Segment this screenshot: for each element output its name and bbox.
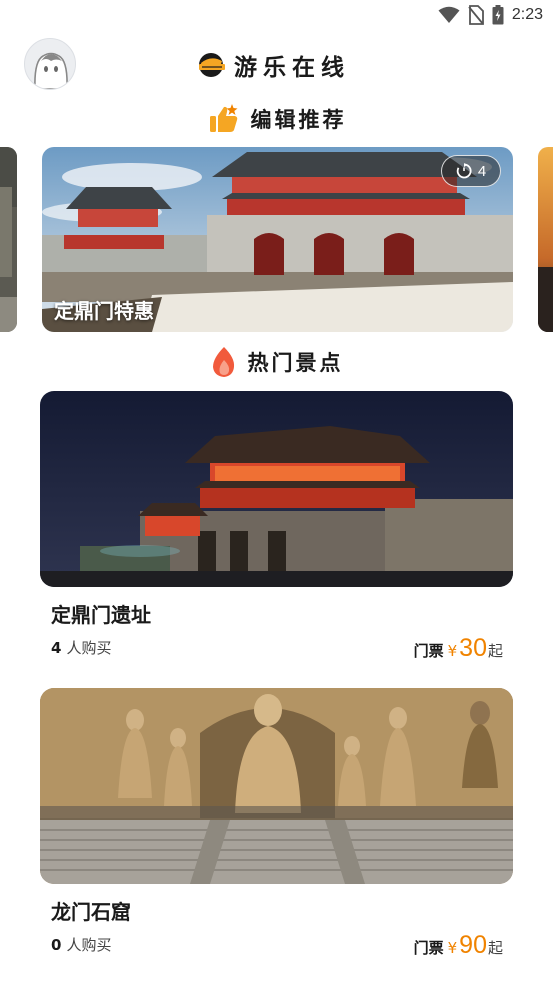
no-sim-icon xyxy=(468,5,484,25)
logo-icon xyxy=(199,53,225,77)
buyer-count: 4 人购买 xyxy=(51,637,111,658)
banner-title: 定鼎门特惠 xyxy=(54,299,154,323)
buyer-suffix: 人购买 xyxy=(66,936,112,954)
ticket-price: 门票 ¥ 30 起 xyxy=(414,634,503,663)
avatar-icon xyxy=(34,52,68,89)
price-value: 90 xyxy=(459,931,487,959)
price-currency: ¥ xyxy=(447,642,458,660)
attraction-name[interactable]: 定鼎门遗址 xyxy=(51,599,151,628)
hot-header: 热门景点 xyxy=(0,346,553,378)
carousel-prev-card[interactable] xyxy=(0,147,17,332)
app-title: 游乐在线 xyxy=(234,55,350,81)
refresh-icon xyxy=(456,163,472,179)
price-value: 30 xyxy=(459,634,487,662)
status-time: 2:23 xyxy=(511,6,543,23)
price-label: 门票 xyxy=(413,642,444,660)
app-header: 游乐在线 xyxy=(0,38,553,92)
attraction-card[interactable]: 定鼎门遗址 4 人购买 门票 ¥ 30 起 xyxy=(40,391,513,663)
price-suffix: 起 xyxy=(487,642,503,660)
flame-icon xyxy=(212,347,234,377)
next-card-image xyxy=(538,147,553,332)
attraction-name[interactable]: 龙门石窟 xyxy=(51,896,131,925)
buyer-count: 0 人购买 xyxy=(51,934,111,955)
banner-count: 4 xyxy=(477,162,487,180)
carousel-next-card[interactable] xyxy=(538,147,553,332)
wifi-icon xyxy=(438,6,460,23)
price-label: 门票 xyxy=(413,939,444,957)
ticket-price: 门票 ¥ 90 起 xyxy=(414,931,503,960)
featured-carousel[interactable]: 4 定鼎门特惠 xyxy=(0,147,553,332)
buyer-number: 4 xyxy=(51,639,62,657)
featured-header: 编辑推荐 xyxy=(0,104,553,134)
price-currency: ¥ xyxy=(447,939,458,957)
buyer-number: 0 xyxy=(51,936,62,954)
hot-title: 热门景点 xyxy=(247,351,344,375)
featured-title: 编辑推荐 xyxy=(250,108,347,132)
prev-card-image xyxy=(0,147,17,332)
dingdingmen-night-image xyxy=(40,391,513,587)
status-icons: 2:23 xyxy=(438,5,543,25)
featured-banner[interactable]: 4 定鼎门特惠 xyxy=(42,147,513,332)
attraction-image[interactable] xyxy=(40,391,513,587)
status-bar: 2:23 xyxy=(0,0,553,30)
avatar[interactable] xyxy=(24,38,76,90)
app-title-wrap: 游乐在线 xyxy=(196,48,350,82)
banner-count-badge[interactable]: 4 xyxy=(441,155,501,187)
thumbs-up-icon xyxy=(209,104,237,132)
longmen-grottoes-image xyxy=(40,688,513,884)
price-suffix: 起 xyxy=(487,939,503,957)
battery-icon xyxy=(492,5,504,25)
attraction-card[interactable]: 龙门石窟 0 人购买 门票 ¥ 90 起 xyxy=(40,688,513,960)
attraction-image[interactable] xyxy=(40,688,513,884)
buyer-suffix: 人购买 xyxy=(66,639,112,657)
